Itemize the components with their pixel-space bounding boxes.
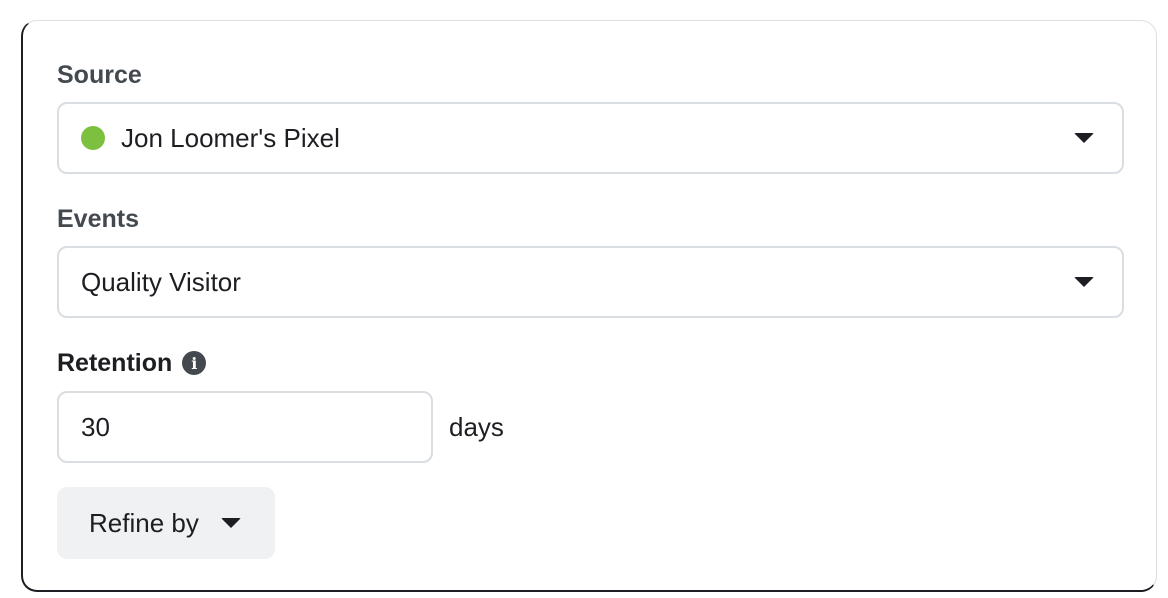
source-dropdown[interactable]: Jon Loomer's Pixel (57, 102, 1124, 174)
retention-label-text: Retention (57, 348, 173, 377)
chevron-down-icon (1074, 277, 1094, 287)
refine-by-label: Refine by (89, 507, 199, 538)
source-label: Source (57, 60, 142, 89)
retention-unit: days (449, 411, 504, 442)
audience-source-card: Source Jon Loomer's Pixel Events Quality… (21, 20, 1157, 592)
info-icon[interactable]: i (182, 351, 207, 375)
events-dropdown[interactable]: Quality Visitor (57, 246, 1124, 318)
refine-by-button[interactable]: Refine by (57, 487, 275, 559)
retention-label: Retention i (57, 347, 207, 379)
events-selected-value: Quality Visitor (81, 266, 241, 297)
chevron-down-icon (1074, 133, 1094, 143)
pixel-status-dot-icon (81, 126, 105, 150)
source-selected-value: Jon Loomer's Pixel (121, 122, 340, 153)
retention-days-input[interactable] (57, 391, 433, 463)
events-label: Events (57, 204, 139, 233)
chevron-down-icon (220, 518, 241, 528)
